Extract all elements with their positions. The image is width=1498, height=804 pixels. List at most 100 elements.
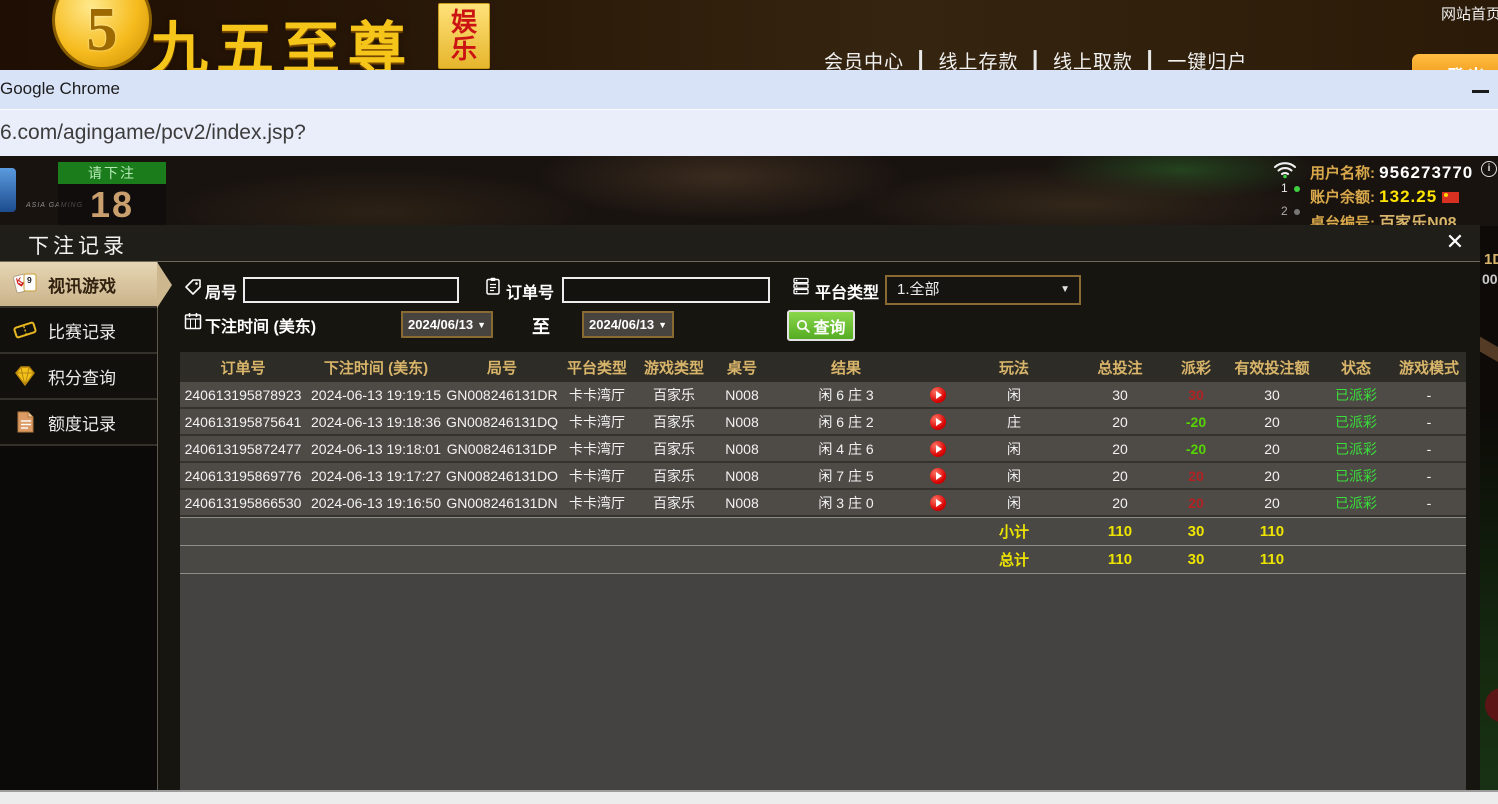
replay-icon[interactable] [930,468,946,484]
column-header: 结果 [772,357,920,378]
column-header: 有效投注额 [1224,357,1320,378]
dialog-content: 局号 订单号 平台类型 [159,262,1480,790]
dialog-titlebar: 下注记录 ✕ [0,225,1480,262]
cell-replay [920,385,956,404]
table-header-row: 订单号下注时间 (美东)局号平台类型游戏类型桌号结果玩法总投注派彩有效投注额状态… [180,352,1466,382]
window-title: Google Chrome [0,79,120,99]
nav-withdraw[interactable]: 线上取款 [1053,52,1133,70]
close-icon[interactable]: ✕ [1442,229,1468,255]
cell-total-bet: 20 [1072,495,1168,511]
column-header: 总投注 [1072,357,1168,378]
stream-1[interactable]: 1 [1281,181,1288,195]
cell-round-no: GN008246131DO [446,468,558,484]
cell-payout: 20 [1168,468,1224,484]
column-header: 下注时间 (美东) [306,357,446,378]
column-header: 游戏模式 [1392,357,1466,378]
edge-text-fragment: 00 [1482,271,1498,287]
cell-mode: - [1392,441,1466,457]
sidebar-item-label: 额度记录 [48,410,116,435]
balance-label: 账户余额: [1310,189,1375,206]
top-nav: 会员中心┃线上存款┃线上取款┃一键归户 [824,47,1247,70]
search-button-label: 查询 [813,314,845,338]
search-button[interactable]: 查询 [787,310,855,341]
nav-deposit[interactable]: 线上存款 [938,52,1018,70]
column-header: 局号 [446,357,558,378]
cell-result: 闲 7 庄 5 [772,466,920,486]
url-text[interactable]: 6.com/agingame/pcv2/index.jsp? [0,121,306,145]
cell-status: 已派彩 [1320,466,1392,486]
chevron-down-icon: ▼ [477,320,486,330]
cell-payout: 30 [1168,387,1224,403]
replay-icon[interactable] [930,495,946,511]
minimize-icon[interactable] [1472,90,1489,93]
user-name-row: 用户名称: 956273770 [1310,162,1473,183]
stream-2-dot [1294,209,1300,215]
cell-order-no: 240613195878923 [180,387,306,403]
table-row: 2406131958697762024-06-13 19:17:27GN0082… [180,463,1466,490]
table-row: 2406131958789232024-06-13 19:19:15GN0082… [180,382,1466,409]
column-header: 游戏类型 [636,357,712,378]
user-name-label: 用户名称: [1310,165,1375,182]
cell-payout: -20 [1168,414,1224,430]
cell-replay [920,466,956,485]
cell-result: 闲 4 庄 6 [772,439,920,459]
roulette-fragment [1485,688,1498,722]
sidebar-item-credit-records[interactable]: 额度记录 [0,400,157,446]
cell-valid-bet: 20 [1224,468,1320,484]
dialog-title: 下注记录 [28,230,128,260]
stream-1-dot [1294,186,1300,192]
table-number-row: 桌台编号: 百家乐N08 [1310,209,1457,226]
info-icon[interactable]: i [1481,161,1497,177]
cell-game-type: 百家乐 [636,493,712,513]
sidebar-item-match-records[interactable]: 比赛记录 [0,308,157,354]
round-no-input[interactable] [243,277,459,303]
cell-valid-bet: 30 [1224,387,1320,403]
calendar-icon [183,311,203,331]
nav-one-key-transfer[interactable]: 一键归户 [1167,52,1247,70]
total-cell-payout: 30 [1168,523,1224,540]
logout-button[interactable]: 登出 [1412,54,1498,70]
cell-total-bet: 30 [1072,387,1168,403]
chrome-urlbar[interactable]: 6.com/agingame/pcv2/index.jsp? [0,110,1498,159]
cn-flag-icon [1442,192,1459,203]
total-cell-valid-bet: 110 [1224,551,1320,568]
cell-status: 已派彩 [1320,412,1392,432]
table-row: 2406131958665302024-06-13 19:16:50GN0082… [180,490,1466,517]
stream-2[interactable]: 2 [1281,204,1288,218]
column-header: 玩法 [956,357,1072,378]
nav-member-center[interactable]: 会员中心 [824,52,904,70]
user-name-value: 956273770 [1379,163,1473,182]
cell-round-no: GN008246131DQ [446,414,558,430]
cell-platform: 卡卡湾厅 [558,412,636,432]
replay-icon[interactable] [930,387,946,403]
replay-icon[interactable] [930,414,946,430]
platform-select[interactable]: 1.全部 ▼ [885,275,1081,305]
order-no-input[interactable] [562,277,770,303]
cards-icon: K 9 [12,271,38,297]
cell-platform: 卡卡湾厅 [558,493,636,513]
column-header: 平台类型 [558,357,636,378]
sidebar-item-label: 积分查询 [48,364,116,389]
dialog-sidebar: K 9 视讯游戏 比赛记录 [0,262,158,790]
table-row: 2406131958724772024-06-13 19:18:01GN0082… [180,436,1466,463]
replay-icon[interactable] [930,441,946,457]
diamond-icon [12,363,38,389]
balance-value: 132.25 [1379,187,1437,206]
date-from-select[interactable]: 2024/06/13 ▼ [401,311,493,338]
cell-replay [920,412,956,431]
nav-separator: ┃ [1018,52,1052,70]
cell-mode: - [1392,495,1466,511]
cell-valid-bet: 20 [1224,441,1320,457]
cell-mode: - [1392,468,1466,484]
chrome-titlebar: Google Chrome [0,70,1498,110]
cell-table-no: N008 [712,495,772,511]
cell-round-no: GN008246131DP [446,441,558,457]
cell-result: 闲 6 庄 3 [772,385,920,405]
sidebar-item-video-games[interactable]: K 9 视讯游戏 [0,262,157,308]
bet-countdown-box: 请下注 18 [58,162,166,226]
date-to-select[interactable]: 2024/06/13 ▼ [582,311,674,338]
bet-prompt: 请下注 [58,162,166,184]
game-video-strip: ASIA GAMING 请下注 18 1 2 用户名称: 956273770 i… [0,156,1498,226]
sidebar-item-points-query[interactable]: 积分查询 [0,354,157,400]
home-link[interactable]: 网站首页 [1441,3,1498,24]
